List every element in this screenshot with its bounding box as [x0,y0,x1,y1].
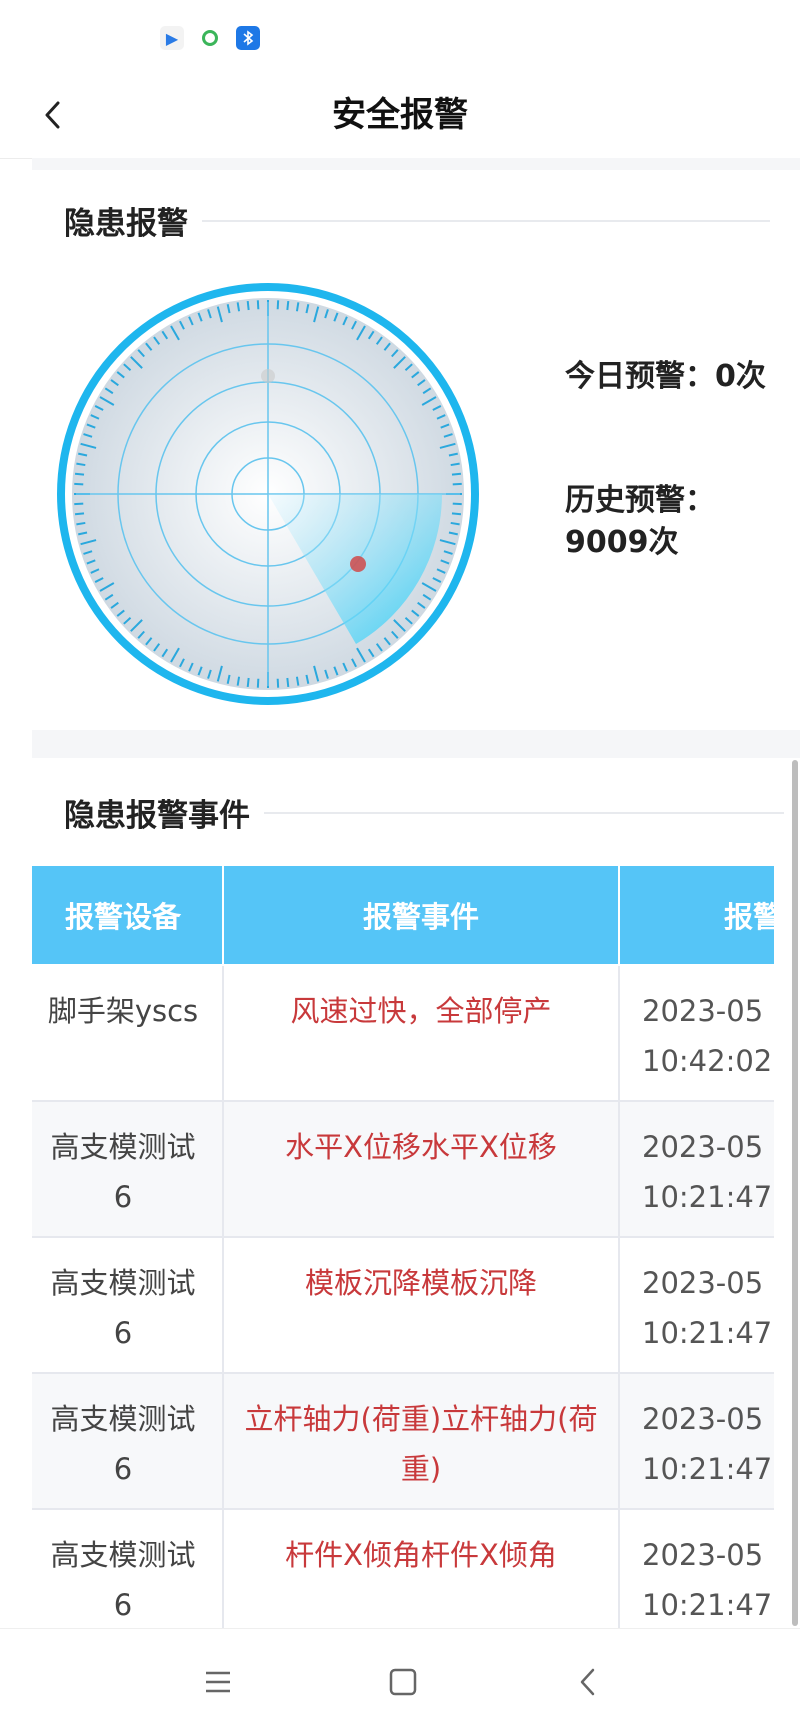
device-cell: 高支模测试6 [32,1237,223,1373]
table-row[interactable]: 高支模测试6 立杆轴力(荷重)立杆轴力(荷重) 2023-0510:21:47 [32,1373,774,1509]
time-clock: 10:42:02 [642,1036,774,1086]
time-date: 2023-05 [642,1122,774,1172]
device-cell: 高支模测试6 [32,1509,223,1628]
event-cell: 杆件X倾角杆件X倾角 [223,1509,619,1628]
column-header-time: 报警 [619,865,774,965]
radar-tick [297,677,298,686]
home-square-icon [388,1667,418,1697]
time-cell: 2023-0510:21:47 [619,1509,774,1628]
menu-icon [203,1669,233,1695]
section-line [264,812,784,814]
table-row[interactable]: 高支模测试6 水平X位移水平X位移 2023-0510:21:47 [32,1101,774,1237]
section-header: 隐患报警 [64,198,800,243]
status-bar: ▶ [0,0,800,72]
radar-blip [261,369,275,383]
event-cell: 水平X位移水平X位移 [223,1101,619,1237]
bluetooth-icon [236,26,260,50]
nav-bar: 安全报警 [0,72,800,159]
radar-tick [238,677,239,686]
radar-tick [76,464,85,465]
radar-tick [452,474,461,475]
radar-alert-blip [350,556,366,572]
radar-gauge [56,282,480,706]
today-alarm-label: 今日预警： [565,359,715,394]
device-cell: 高支模测试6 [32,1101,223,1237]
table-row[interactable]: 高支模测试6 杆件X倾角杆件X倾角 2023-0510:21:47 [32,1509,774,1628]
time-date: 2023-05 [642,986,774,1036]
time-date: 2023-05 [642,1258,774,1308]
device-cell: 脚手架yscs [32,965,223,1101]
chevron-left-icon [42,99,64,131]
radar-tick [451,523,460,524]
table-row[interactable]: 高支模测试6 模板沉降模板沉降 2023-0510:21:47 [32,1237,774,1373]
back-button[interactable] [30,92,76,138]
time-date: 2023-05 [642,1530,774,1580]
today-alarm-value: 0次 [715,359,766,394]
alarm-events-table-wrapper[interactable]: 报警设备 报警事件 报警 脚手架yscs 风速过快，全部停产 2023-0510… [32,864,774,1628]
page-title: 安全报警 [0,72,800,158]
scrollbar[interactable] [792,760,798,1626]
radar-tick [287,301,288,310]
home-button[interactable] [378,1657,428,1707]
time-cell: 2023-0510:21:47 [619,1101,774,1237]
radar-tick [248,301,249,310]
section-title: 隐患报警事件 [64,790,250,835]
alarm-stats: 今日预警：0次 历史预警： 9009次 [565,356,800,564]
radar-tick [248,678,249,687]
column-header-event: 报警事件 [223,865,619,965]
alarm-events-card: 隐患报警事件 报警设备 报警事件 报警 脚手架yscs 风速过快，全部停产 20… [32,758,800,1628]
history-alarm-value: 9009次 [565,522,800,564]
today-alarm: 今日预警：0次 [565,356,800,398]
radar-tick [297,302,298,311]
event-cell: 立杆轴力(荷重)立杆轴力(荷重) [223,1373,619,1509]
back-triangle-icon [577,1666,599,1698]
system-back-button[interactable] [563,1657,613,1707]
time-cell: 2023-0510:21:47 [619,1237,774,1373]
radar-tick [287,678,288,687]
history-alarm: 历史预警： 9009次 [565,480,800,564]
hazard-alarm-card: 隐患报警 今日预警：0次 历史预警： [32,170,800,730]
section-line [202,220,770,222]
time-clock: 10:21:47 [642,1444,774,1494]
section-header: 隐患报警事件 [64,790,800,835]
time-clock: 10:21:47 [642,1172,774,1222]
history-alarm-label: 历史预警： [565,480,800,522]
radar-tick [76,523,85,524]
radar-tick [75,513,84,514]
radar-tick [452,513,461,514]
column-header-device: 报警设备 [32,865,223,965]
green-ring-app-icon [198,26,222,50]
time-clock: 10:21:47 [642,1308,774,1358]
section-title: 隐患报警 [64,198,188,243]
section-divider [32,730,800,758]
event-cell: 风速过快，全部停产 [223,965,619,1101]
radar-tick [451,464,460,465]
table-row[interactable]: 脚手架yscs 风速过快，全部停产 2023-0510:42:02 [32,965,774,1101]
time-clock: 10:21:47 [642,1580,774,1628]
time-date: 2023-05 [642,1394,774,1444]
table-header-row: 报警设备 报警事件 报警 [32,865,774,965]
radar-tick [238,302,239,311]
play-store-icon: ▶ [160,26,184,50]
device-cell: 高支模测试6 [32,1373,223,1509]
section-divider [32,158,800,170]
radar-tick [75,474,84,475]
time-cell: 2023-0510:21:47 [619,1373,774,1509]
time-cell: 2023-0510:42:02 [619,965,774,1101]
system-navigation-bar [0,1628,800,1735]
menu-button[interactable] [193,1657,243,1707]
event-cell: 模板沉降模板沉降 [223,1237,619,1373]
alarm-events-table: 报警设备 报警事件 报警 脚手架yscs 风速过快，全部停产 2023-0510… [32,864,774,1628]
